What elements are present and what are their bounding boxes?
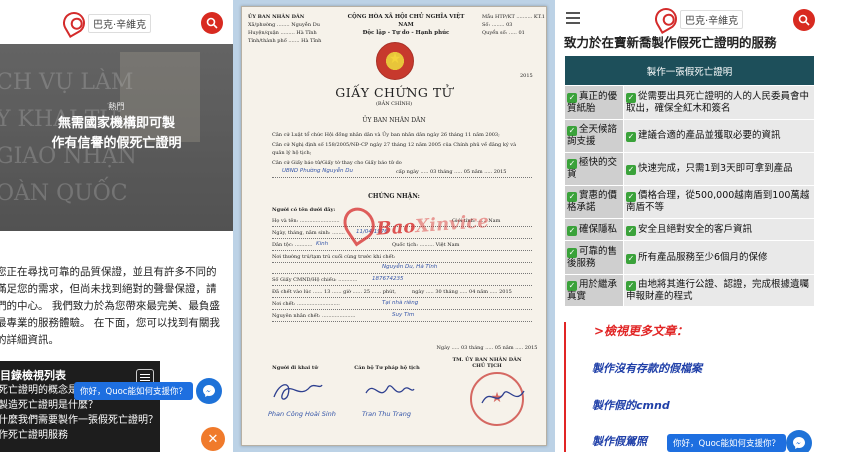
check-icon: ✓ [567, 247, 577, 258]
field-row: Đã chết vào lúc ...... 13 ...... giờ ...… [272, 289, 532, 298]
certificate-image-panel: ỦY BAN NHÂN DÂN Xã/phường ........ Nguyễ… [233, 0, 555, 452]
related-articles-accent [564, 322, 566, 452]
related-articles-title: >檢視更多文章： [594, 324, 689, 338]
logo-icon [58, 7, 90, 39]
chairman-signature [481, 390, 525, 404]
related-article-link[interactable]: 製作沒有存款的假檔案 [592, 360, 702, 376]
search-icon [206, 17, 218, 29]
check-icon: ✓ [626, 192, 636, 202]
certificate-header-left: ỦY BAN NHÂN DÂN Xã/phường ........ Nguyễ… [248, 14, 322, 44]
certificate-year: 2015 [520, 73, 533, 79]
messenger-icon [793, 437, 805, 449]
date-line: Ngày ..... 03 tháng ..... 05 năm ..... 2… [436, 345, 538, 351]
site-header: 巴克·辛維克 [0, 0, 233, 44]
check-icon: ✓ [626, 132, 636, 142]
field-row: Nơi chết: ........................... Tại… [272, 300, 532, 310]
certificate-subtitle: (BẢN CHÍNH) [375, 101, 413, 107]
messenger-button[interactable] [196, 378, 222, 404]
check-icon: ✓ [567, 126, 577, 136]
toc-item[interactable]: 製造死亡證明是什麼？ [0, 398, 156, 413]
close-chat-button[interactable]: ✕ [201, 427, 225, 451]
site-logo[interactable]: 巴克·辛維克 [650, 3, 744, 35]
features-table: 製作一張假死亡證明 ✓ 真正的優質紙胎 ✓ 從需要出具死亡證明的人的人民委員會中取出… [564, 55, 815, 307]
table-row: ✓ 確保隱私 ✓ 安全且絕對安全的客戶資訊 [564, 218, 815, 241]
hero-banner[interactable]: CH VỤ LÀM Y KHAI TỬ GIAO NHẠN OÀN QUỐC 熱… [0, 44, 233, 231]
registrar-name: Tran Thu Trang [362, 410, 411, 418]
article-intro: 您正在尋找可靠的品質保證，並且有許多不同的 滿足您的需求，但尚未找到絕對的聲譽保… [0, 266, 220, 346]
issuer-line: UBND Phường Nguyễn Du cấp ngày ..... 03 … [272, 168, 532, 178]
watermark-logo-icon [337, 201, 382, 247]
left-article-panel: 巴克·辛維克 CH VỤ LÀM Y KHAI TỬ GIAO NHẠN OÀN… [0, 0, 233, 452]
messenger-button[interactable] [786, 430, 812, 452]
certificate-title: GIẤY CHỨNG TỬ [335, 85, 453, 100]
field-row: Dân tộc: ........... Kinh Quốc tịch: .....… [272, 241, 532, 251]
search-icon [798, 14, 810, 26]
declarant-name: Phan Công Hoài Sinh [268, 410, 336, 418]
section-heading: 致力於在寶新喬製作假死亡證明的服務 [564, 35, 777, 50]
logo-text: 巴克·辛維克 [680, 9, 744, 29]
check-icon: ✓ [567, 225, 577, 236]
toc-item[interactable]: 作死亡證明服務 [0, 428, 156, 443]
table-row: ✓ 極快的交貨 ✓ 快速完成，只需1到3天即可拿到產品 [564, 152, 815, 186]
field-row: Nơi thường trú/tạm trú cuối cùng trước k… [272, 254, 532, 263]
certificate-header-center: CỘNG HÒA XÃ HỘI CHỦ NGHĨA VIỆT NAM Độc l… [347, 14, 465, 36]
field-row: Nguyễn Du, Hà Tĩnh [272, 264, 532, 274]
related-article-link[interactable]: 製作假的cmnd [592, 397, 670, 413]
messenger-icon [203, 385, 215, 397]
check-icon: ✓ [626, 225, 636, 236]
check-icon: ✓ [567, 280, 577, 291]
close-icon: ✕ [207, 431, 219, 447]
certifies-heading: CHỨNG NHẬN: [368, 193, 420, 200]
field-row: Số Giấy CMND/Hộ chiếu: ............ 18767… [272, 276, 532, 286]
chairman-title: TM. ỦY BAN NHÂN DÂN CHỦ TỊCH [452, 357, 522, 369]
table-row: ✓ 用於繼承真實 ✓ 由地將其進行公證、認證，完成根據遺囑申報財產的程式 [564, 274, 815, 307]
death-certificate: ỦY BAN NHÂN DÂN Xã/phường ........ Nguyễ… [241, 6, 547, 446]
legal-basis-2: Căn cứ Nghị định số 158/2005/NĐ-CP ngày … [272, 142, 517, 156]
hero-category-label: 熱門 [108, 102, 125, 111]
toc-item[interactable]: 什麼我們需要製作一張假死亡證明？ [0, 413, 158, 428]
certificate-org: ỦY BAN NHÂN DÂN [362, 117, 426, 124]
check-icon: ✓ [626, 253, 636, 264]
search-button[interactable] [793, 9, 815, 31]
check-icon: ✓ [626, 92, 636, 103]
search-button[interactable] [201, 12, 223, 34]
registrar-signature [365, 385, 415, 394]
national-emblem [376, 42, 414, 80]
hamburger-menu-icon[interactable] [566, 12, 580, 24]
declarant-label: Người đi khai tử [272, 365, 318, 371]
chat-prompt-bubble[interactable]: 你好，Quoc能如何支援你？ [74, 382, 193, 400]
logo-icon [650, 3, 682, 35]
hero-title[interactable]: 無需國家機構即可製 作有信譽的假死亡證明 [0, 114, 233, 154]
table-row: ✓ 可靠的售後服務 ✓ 所有產品服務至少6個月的保修 [564, 240, 815, 275]
registrar-label: Cán bộ Tư pháp hộ tịch [354, 365, 420, 371]
right-article-panel: 巴克·辛維克 致力於在寶新喬製作假死亡證明的服務 製作一張假死亡證明 ✓ 真正的優… [555, 0, 858, 452]
related-article-link[interactable]: 製作假駕照 [592, 433, 647, 449]
check-icon: ✓ [626, 280, 636, 291]
table-of-contents: 目錄檢視列表 死亡證明的概念是什 製造死亡證明是什麼？ 什麼我們需要製作一張假死… [0, 361, 160, 452]
declarant-signature [273, 384, 323, 400]
legal-basis-3: Căn cứ Giấy báo tử/Giấy tờ thay cho Giấy… [272, 160, 402, 166]
certificate-header-right: Mẫu HTP/KT .......... KT.1 Số: ........ … [482, 14, 545, 36]
logo-text: 巴克·辛維克 [88, 13, 152, 33]
field-row: Nguyên nhân chết: ..................... S… [272, 312, 532, 322]
check-icon: ✓ [567, 159, 577, 169]
toc-title: 目錄檢視列表 [0, 369, 66, 382]
table-row: ✓ 真正的優質紙胎 ✓ 從需要出具死亡證明的人的人民委員會中取出，確保全紅木和簽名 [564, 85, 815, 120]
table-header: 製作一張假死亡證明 [564, 55, 815, 86]
check-icon: ✓ [567, 192, 577, 202]
legal-basis-1: Căn cứ Luật tổ chức Hội đồng nhân dân và… [272, 132, 500, 138]
check-icon: ✓ [567, 92, 577, 103]
check-icon: ✓ [626, 165, 636, 175]
table-row: ✓ 全天候諮詢支援 ✓ 建議合適的產品並獲取必要的資訊 [564, 119, 815, 153]
site-logo[interactable]: 巴克·辛維克 [58, 7, 152, 39]
table-row: ✓ 實惠的價格承諾 ✓ 價格合理，從500,000越南盾到100萬越南盾不等 [564, 185, 815, 219]
chat-prompt-bubble[interactable]: 你好，Quoc能如何支援你？ [667, 434, 786, 452]
